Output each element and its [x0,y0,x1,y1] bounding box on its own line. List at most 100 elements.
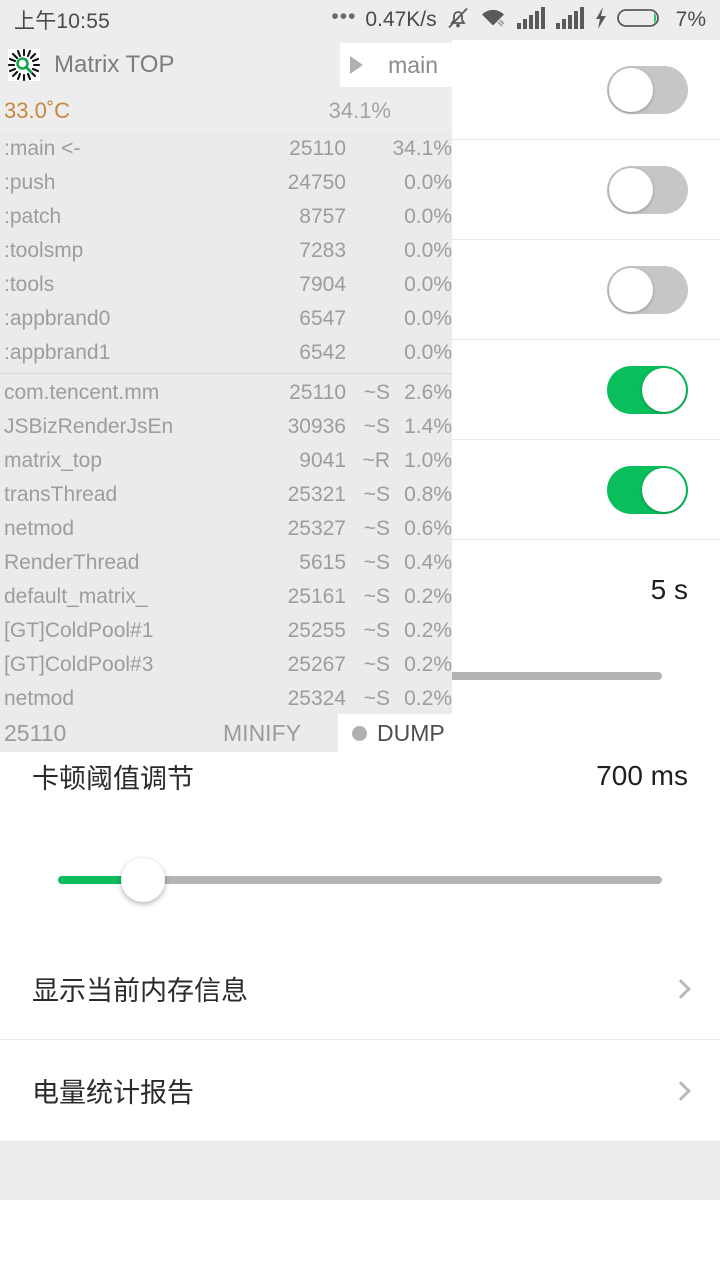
row-ppct: 34.1% [392,137,452,160]
row-ppid: 25110 [289,381,346,404]
row-ppid: 6547 [299,307,346,330]
signal-bars-icon [555,6,585,35]
row-ppid: 5615 [299,551,346,574]
row-ppct: 0.0% [404,205,452,228]
row-ppid: 25321 [287,483,346,506]
overlay-tab-label: main [388,51,438,78]
process-row[interactable]: :toolsmp 7283 0.0% [0,234,452,268]
more-dots-icon: ••• [331,4,357,28]
process-row[interactable]: :push 24750 0.0% [0,166,452,200]
row-pst: ~S [363,483,390,506]
row-ppid: 25324 [287,687,346,710]
thread-row[interactable]: netmod 25324 ~S 0.2% [0,682,452,716]
row-pname: :appbrand1 [4,341,111,364]
thread-row[interactable]: JSBizRenderJsEn 30936 ~S 1.4% [0,410,452,444]
thread-row[interactable]: default_matrix_ 25161 ~S 0.2% [0,580,452,614]
row-pname: [GT]ColdPool#3 [4,653,154,676]
battery-icon [616,6,665,35]
overlay-tab-main[interactable]: main [340,43,452,87]
row-ppct: 0.2% [404,653,452,676]
row-ppct: 0.0% [404,273,452,296]
row-ppct: 2.6% [404,381,452,404]
thread-row[interactable]: transThread 25321 ~S 0.8% [0,478,452,512]
toggle-knob [642,367,686,412]
matrix-top-overlay[interactable]: Matrix TOP main 33.0˚C 34.1% :main <- 251… [0,40,452,752]
process-row[interactable]: :appbrand0 6547 0.0% [0,302,452,336]
row-pname: transThread [4,483,118,506]
overlay-temperature-row: 33.0˚C 34.1% [0,90,452,132]
row-pname: :tools [4,273,55,296]
row-ppid: 6542 [299,341,346,364]
process-row[interactable]: :main <- 25110 34.1% [0,132,452,166]
chevron-right-icon [671,978,691,999]
row-ppid: 30936 [287,415,346,438]
toggle-knob [609,167,653,212]
row-pst: ~S [363,381,390,404]
signal-bars-icon [516,6,546,35]
thread-row[interactable]: [GT]ColdPool#1 25255 ~S 0.2% [0,614,452,648]
thread-row[interactable]: matrix_top 9041 ~R 1.0% [0,444,452,478]
row-pname: JSBizRenderJsEn [4,415,174,438]
battery-percent-label: 7% [675,8,706,31]
settings-link-battery-report[interactable]: 电量统计报告 [0,1040,720,1142]
row-ppct: 0.2% [404,585,452,608]
toggle-switch-3[interactable] [607,265,688,314]
settings-link-memory-info[interactable]: 显示当前内存信息 [0,938,720,1040]
row-pst: ~R [362,449,390,472]
thread-row[interactable]: netmod 25327 ~S 0.6% [0,512,452,546]
process-list[interactable]: :main <- 25110 34.1%:push 24750 0.0%:patch 87… [0,132,452,716]
toggle-switch-2[interactable] [607,165,688,214]
lag-threshold-slider-thumb[interactable] [120,858,165,902]
toggle-switch-1[interactable] [607,65,688,114]
bottom-spacer [0,1142,720,1200]
row-pname: [GT]ColdPool#1 [4,619,154,642]
settings-link-label: 显示当前内存信息 [32,976,248,1006]
dump-button[interactable]: DUMP [338,714,452,752]
row-pst: ~S [363,619,390,642]
row-pst: ~S [363,517,390,540]
minify-button[interactable]: MINIFY [186,720,338,747]
process-row[interactable]: :patch 8757 0.0% [0,200,452,234]
settings-link-label: 电量统计报告 [32,1078,194,1108]
row-ppct: 1.4% [404,415,452,438]
row-ppid: 9041 [299,449,346,472]
chevron-right-icon [671,1080,691,1101]
toggle-knob [609,67,653,112]
status-bar-clock: 上午10:55 [14,10,110,33]
play-triangle-icon[interactable] [350,56,363,74]
total-cpu-value: 34.1% [328,98,391,123]
thread-row[interactable]: com.tencent.mm 25110 ~S 2.6% [0,376,452,410]
row-pname: com.tencent.mm [4,381,160,404]
row-ppid: 25161 [287,585,346,608]
row-ppid: 7283 [299,239,346,262]
process-row[interactable]: :tools 7904 0.0% [0,268,452,302]
thread-row[interactable]: RenderThread 5615 ~S 0.4% [0,546,452,580]
thread-row[interactable]: [GT]ColdPool#3 25267 ~S 0.2% [0,648,452,682]
toggle-switch-4[interactable] [607,365,688,414]
footer-pid: 25110 [4,719,67,746]
lag-threshold-slider-row[interactable] [0,840,720,920]
row-ppct: 0.8% [404,483,452,506]
row-ppid: 8757 [299,205,346,228]
row-ppid: 24750 [287,171,346,194]
row-pname: netmod [4,687,75,710]
toggle-switch-5[interactable] [607,465,688,514]
row-ppct: 0.0% [404,239,452,262]
row-pst: ~S [363,551,390,574]
row-pname: default_matrix_ [4,585,148,608]
mute-bell-icon [446,5,470,36]
status-bar-icons: ••• 0.47K/s 7% [331,5,706,36]
row-ppct: 0.4% [404,551,452,574]
toggle-knob [642,467,686,512]
temperature-value: 33.0˚C [4,98,71,123]
process-row[interactable]: :appbrand1 6542 0.0% [0,336,452,370]
lag-threshold-slider-track[interactable] [58,858,662,902]
row-ppid: 25327 [287,517,346,540]
row-pname: :push [4,171,56,194]
row-pname: matrix_top [4,449,103,472]
row-pname: :appbrand0 [4,307,111,330]
row-ppct: 0.2% [404,687,452,710]
overlay-app-name: Matrix TOP [54,51,175,78]
lag-threshold-label: 卡顿阈值调节 [32,763,194,794]
